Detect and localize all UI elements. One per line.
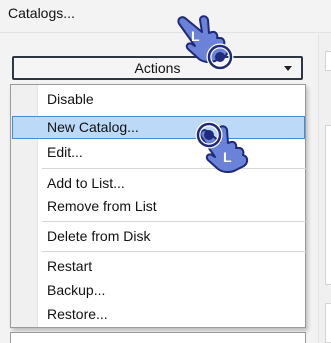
actions-dropdown-button[interactable]: Actions (12, 56, 303, 80)
window-title: Catalogs... (8, 5, 75, 21)
panel-edge-segment (325, 125, 331, 285)
pointing-hand-cursor-icon: L (177, 15, 234, 71)
cursor-letter: L (223, 149, 232, 165)
cursor-letter: L (191, 28, 200, 44)
menu-item-restore[interactable]: Restore... (12, 303, 305, 326)
menu-item-edit[interactable]: Edit... (12, 141, 305, 164)
menu-separator (42, 251, 306, 252)
menu-item-restart[interactable]: Restart (12, 255, 305, 278)
catalogs-window: Catalogs... Actions Disable New Catalog.… (0, 0, 331, 343)
menu-item-backup[interactable]: Backup... (12, 279, 305, 302)
list-box-edge (10, 332, 306, 343)
title-divider (0, 32, 331, 33)
menu-item-disable[interactable]: Disable (12, 88, 305, 111)
menu-item-new-catalog[interactable]: New Catalog... (12, 116, 305, 139)
right-panel-edge (318, 33, 331, 343)
panel-edge-segment (325, 303, 331, 343)
chevron-down-icon (284, 66, 292, 71)
panel-edge-segment (325, 51, 331, 71)
pointing-hand-cursor-icon: L (195, 121, 249, 174)
menu-separator (42, 221, 306, 222)
menu-item-remove-from-list[interactable]: Remove from List (12, 195, 305, 218)
actions-menu: Disable New Catalog... Edit... Add to Li… (10, 84, 306, 328)
menu-separator (42, 168, 306, 169)
menu-item-add-to-list[interactable]: Add to List... (12, 172, 305, 195)
menu-item-delete-from-disk[interactable]: Delete from Disk (12, 225, 305, 248)
